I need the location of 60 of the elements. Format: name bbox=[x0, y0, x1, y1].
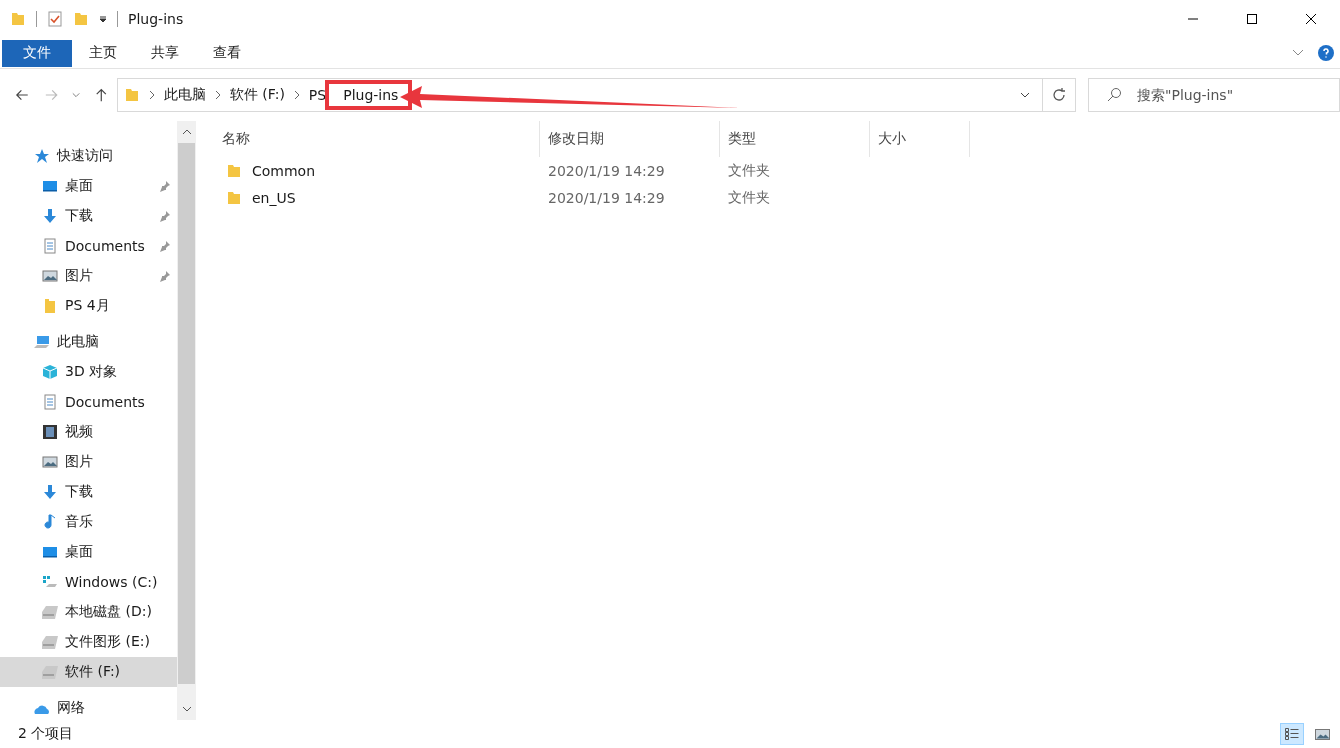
nav-label: 桌面 bbox=[65, 177, 93, 195]
nav-item[interactable]: 下载 bbox=[0, 201, 177, 231]
nav-item[interactable]: Documents bbox=[0, 387, 177, 417]
column-header[interactable]: 大小 bbox=[870, 121, 970, 157]
breadcrumb[interactable]: 此电脑 bbox=[163, 86, 206, 104]
table-cell: 文件夹 bbox=[728, 161, 770, 180]
file-menu-button[interactable]: 文件 bbox=[2, 39, 72, 67]
address-field[interactable]: 此电脑 软件 (F:) PS Plug-ins bbox=[116, 78, 1043, 112]
nav-item[interactable]: Documents bbox=[0, 231, 177, 261]
nav-group[interactable]: 网络 bbox=[0, 693, 177, 723]
column-header[interactable]: 修改日期 bbox=[540, 121, 720, 157]
nav-label: Windows (C:) bbox=[65, 574, 158, 590]
column-header[interactable]: 类型 bbox=[720, 121, 870, 157]
nav-item[interactable]: 3D 对象 bbox=[0, 357, 177, 387]
nav-label: 图片 bbox=[65, 267, 93, 285]
window-title: Plug-ins bbox=[128, 11, 184, 27]
nav-group[interactable]: 快速访问 bbox=[0, 141, 177, 171]
nav-label: Documents bbox=[65, 238, 145, 254]
file-name[interactable]: Common bbox=[252, 162, 316, 179]
nav-label: 文件图形 (E:) bbox=[65, 633, 150, 651]
breadcrumb[interactable]: PS bbox=[308, 87, 327, 103]
nav-item[interactable]: 文件图形 (E:) bbox=[0, 627, 177, 657]
nav-item[interactable]: 桌面 bbox=[0, 537, 177, 567]
nav-label: 网络 bbox=[57, 699, 85, 717]
nav-item[interactable]: 本地磁盘 (D:) bbox=[0, 597, 177, 627]
nav-item[interactable]: 图片 bbox=[0, 261, 177, 291]
breadcrumb[interactable]: Plug-ins bbox=[343, 87, 399, 103]
ribbon-tab[interactable]: 共享 bbox=[134, 39, 196, 67]
item-count: 2 个项目 bbox=[18, 725, 74, 743]
nav-item[interactable]: PS 4月 bbox=[0, 291, 177, 321]
table-cell: 2020/1/19 14:29 bbox=[548, 162, 665, 179]
nav-label: Documents bbox=[65, 394, 145, 410]
nav-label: PS 4月 bbox=[65, 297, 110, 315]
nav-label: 桌面 bbox=[65, 543, 93, 561]
nav-label: 3D 对象 bbox=[65, 363, 118, 381]
nav-item[interactable]: 桌面 bbox=[0, 171, 177, 201]
nav-item[interactable]: 图片 bbox=[0, 447, 177, 477]
ribbon-tab[interactable]: 查看 bbox=[196, 39, 258, 67]
nav-label: 音乐 bbox=[65, 513, 93, 531]
nav-item[interactable]: 下载 bbox=[0, 477, 177, 507]
ribbon-tab[interactable]: 主页 bbox=[72, 39, 134, 67]
nav-label: 下载 bbox=[65, 207, 93, 225]
nav-label: 视频 bbox=[65, 423, 93, 441]
nav-label: 快速访问 bbox=[57, 147, 113, 165]
nav-label: 图片 bbox=[65, 453, 93, 471]
nav-item[interactable]: Windows (C:) bbox=[0, 567, 177, 597]
breadcrumb[interactable]: 软件 (F:) bbox=[229, 86, 285, 104]
file-name[interactable]: en_US bbox=[252, 189, 296, 206]
nav-group[interactable]: 此电脑 bbox=[0, 327, 177, 357]
nav-label: 下载 bbox=[65, 483, 93, 501]
nav-label: 本地磁盘 (D:) bbox=[65, 603, 152, 621]
nav-label: 软件 (F:) bbox=[65, 663, 121, 681]
table-cell: 文件夹 bbox=[728, 188, 770, 207]
table-cell: 2020/1/19 14:29 bbox=[548, 189, 665, 206]
column-header[interactable]: 名称 bbox=[214, 121, 540, 157]
nav-item[interactable]: 软件 (F:) bbox=[0, 657, 177, 687]
search-field[interactable]: 搜索"Plug-ins" bbox=[1088, 78, 1340, 112]
nav-item[interactable]: 视频 bbox=[0, 417, 177, 447]
nav-item[interactable]: 音乐 bbox=[0, 507, 177, 537]
nav-label: 此电脑 bbox=[57, 333, 99, 351]
